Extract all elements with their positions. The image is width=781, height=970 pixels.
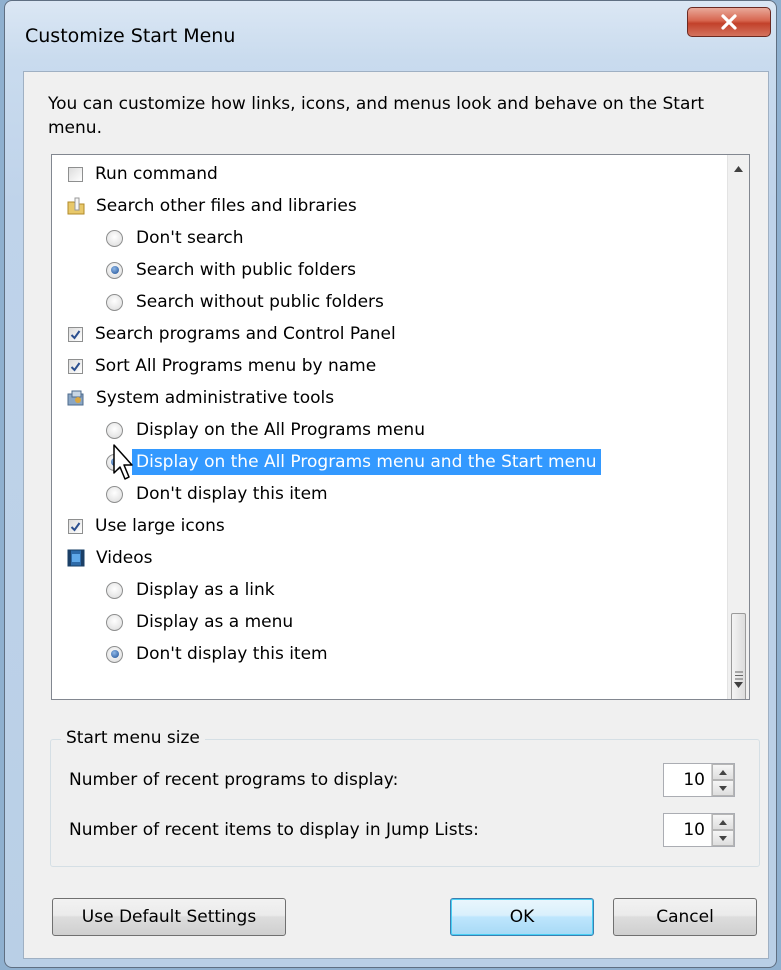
sort-programs-checkbox[interactable] — [68, 358, 83, 374]
scroll-up-button[interactable] — [728, 159, 749, 179]
search-programs-label: Search programs and Control Panel — [95, 324, 396, 344]
scroll-down-button[interactable] — [728, 675, 749, 695]
jump-list-label: Number of recent items to display in Jum… — [69, 820, 479, 840]
recent-programs-spinner[interactable]: 10 — [663, 763, 735, 797]
list-item-sys-admin: System administrative tools — [66, 385, 338, 411]
videos-icon — [66, 548, 86, 568]
arrow-up-icon — [719, 819, 727, 825]
close-icon — [721, 14, 737, 30]
search-public-label: Search with public folders — [136, 260, 357, 280]
admin-all-programs-label: Display on the All Programs menu — [136, 420, 425, 440]
large-icons-checkbox[interactable] — [68, 518, 83, 534]
videos-menu-radio[interactable] — [106, 613, 123, 631]
list-item-sort-programs[interactable]: Sort All Programs menu by name — [68, 353, 380, 379]
list-item-videos-dont-display[interactable]: Don't display this item — [106, 641, 332, 667]
jump-list-up-button[interactable] — [712, 814, 734, 830]
list-item-run-command[interactable]: Run command — [68, 161, 222, 187]
arrow-down-icon — [719, 835, 727, 841]
sys-admin-label: System administrative tools — [96, 388, 335, 408]
check-icon — [70, 521, 81, 532]
admin-all-programs-start-label: Display on the All Programs menu and the… — [132, 449, 601, 475]
admin-all-programs-radio[interactable] — [106, 421, 123, 439]
admin-dont-display-label: Don't display this item — [136, 484, 328, 504]
arrow-up-icon — [719, 769, 727, 775]
options-list[interactable]: Run command Search other files and libra… — [51, 154, 750, 700]
search-programs-checkbox[interactable] — [68, 326, 83, 342]
sort-programs-label: Sort All Programs menu by name — [95, 356, 377, 376]
videos-link-radio[interactable] — [106, 581, 123, 599]
recent-programs-label: Number of recent programs to display: — [69, 770, 399, 790]
list-item-admin-all-programs[interactable]: Display on the All Programs menu — [106, 417, 429, 443]
admin-tools-icon — [66, 388, 86, 408]
recent-programs-down-button[interactable] — [712, 780, 734, 796]
check-icon — [70, 329, 81, 340]
large-icons-label: Use large icons — [95, 516, 225, 536]
search-without-public-radio[interactable] — [106, 293, 123, 311]
mouse-cursor-icon — [113, 444, 133, 480]
cancel-button[interactable]: Cancel — [613, 898, 757, 936]
list-scrollbar[interactable] — [727, 155, 749, 699]
recent-programs-up-button[interactable] — [712, 764, 734, 780]
dialog-window: Customize Start Menu You can customize h… — [4, 0, 777, 968]
group-label: Start menu size — [61, 728, 205, 748]
list-item-large-icons[interactable]: Use large icons — [68, 513, 229, 539]
admin-dont-display-radio[interactable] — [106, 485, 123, 503]
list-item-dont-search[interactable]: Don't search — [106, 225, 247, 251]
videos-label: Videos — [96, 548, 153, 568]
search-public-radio[interactable] — [106, 261, 123, 279]
run-command-label: Run command — [95, 164, 218, 184]
check-icon — [70, 361, 81, 372]
dont-search-radio[interactable] — [106, 229, 123, 247]
recent-programs-value[interactable]: 10 — [664, 764, 711, 796]
run-command-checkbox[interactable] — [68, 166, 83, 182]
videos-dont-display-label: Don't display this item — [136, 644, 328, 664]
list-item-search-without-public[interactable]: Search without public folders — [106, 289, 388, 315]
start-menu-size-group: Start menu size Number of recent program… — [50, 728, 760, 867]
ok-button[interactable]: OK — [450, 898, 594, 936]
videos-link-label: Display as a link — [136, 580, 275, 600]
list-item-videos-link[interactable]: Display as a link — [106, 577, 279, 603]
intro-text: You can customize how links, icons, and … — [48, 94, 705, 138]
list-item-admin-all-programs-start[interactable]: Display on the All Programs menu and the… — [106, 449, 601, 475]
list-item-search-public[interactable]: Search with public folders — [106, 257, 360, 283]
folder-search-icon — [66, 196, 86, 216]
videos-dont-display-radio[interactable] — [106, 645, 123, 663]
list-item-search-programs[interactable]: Search programs and Control Panel — [68, 321, 400, 347]
dialog-client-area: You can customize how links, icons, and … — [23, 71, 769, 959]
search-other-label: Search other files and libraries — [96, 196, 357, 216]
scroll-down-icon — [734, 682, 743, 688]
jump-list-down-button[interactable] — [712, 830, 734, 846]
list-item-search-other: Search other files and libraries — [66, 193, 361, 219]
videos-menu-label: Display as a menu — [136, 612, 294, 632]
jump-list-spinner[interactable]: 10 — [663, 813, 735, 847]
dialog-title: Customize Start Menu — [25, 25, 236, 47]
list-item-videos-menu[interactable]: Display as a menu — [106, 609, 297, 635]
list-item-admin-dont-display[interactable]: Don't display this item — [106, 481, 332, 507]
scroll-up-icon — [734, 166, 743, 172]
list-item-videos: Videos — [66, 545, 157, 571]
arrow-down-icon — [719, 785, 727, 791]
dont-search-label: Don't search — [136, 228, 244, 248]
use-default-settings-button[interactable]: Use Default Settings — [52, 898, 286, 936]
close-button[interactable] — [687, 7, 771, 37]
jump-list-value[interactable]: 10 — [664, 814, 711, 846]
search-without-public-label: Search without public folders — [136, 292, 384, 312]
